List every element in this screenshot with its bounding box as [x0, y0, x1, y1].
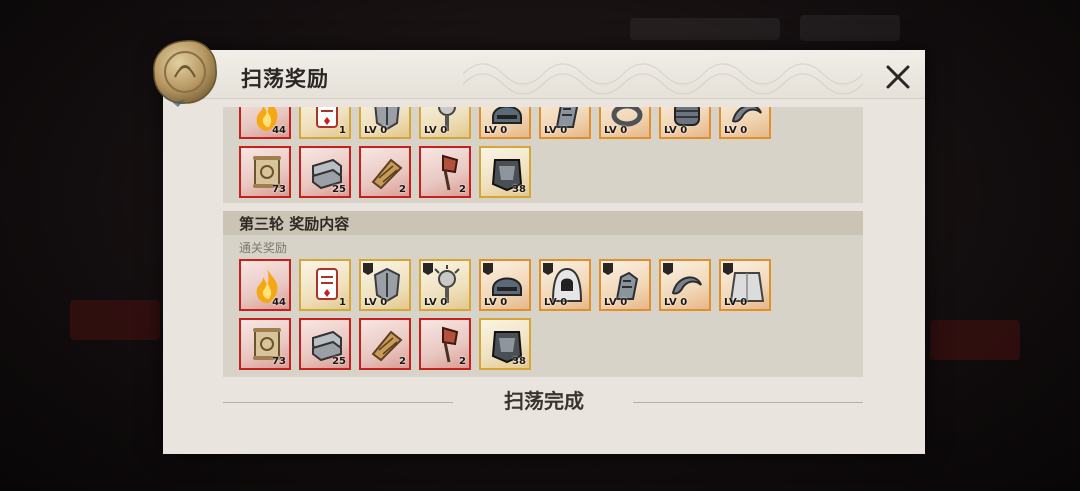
reward-round-3: 第三轮 奖励内容 通关奖励 44 1 LV 0 LV 0 LV 0 LV 0 LV 0 LV …: [223, 211, 863, 377]
reward-item[interactable]: LV 0: [359, 107, 411, 139]
wax-seal-icon: [153, 40, 217, 107]
reward-item[interactable]: 1: [299, 107, 351, 139]
item-level: LV 0: [544, 125, 568, 136]
reward-item[interactable]: LV 0: [479, 107, 531, 139]
item-level: LV 0: [484, 125, 508, 136]
item-count: 25: [332, 184, 346, 195]
item-count: 2: [459, 356, 466, 367]
divider: [633, 402, 863, 403]
reward-round-previous: 44 1 LV 0 LV 0 LV 0 LV 0 LV 0 LV 0 LV 0 73 25 2 2 38: [223, 107, 863, 203]
reward-row: 44 1 LV 0 LV 0 LV 0 LV 0 LV 0 LV 0 LV 0: [239, 259, 771, 311]
reward-item[interactable]: LV 0: [419, 259, 471, 311]
reward-item[interactable]: 44: [239, 259, 291, 311]
reward-item[interactable]: 73: [239, 146, 291, 198]
sweep-complete-title: 扫荡完成: [504, 389, 584, 413]
reward-item[interactable]: LV 0: [539, 259, 591, 311]
reward-item[interactable]: 25: [299, 146, 351, 198]
item-level: LV 0: [364, 125, 388, 136]
reward-item[interactable]: LV 0: [479, 259, 531, 311]
reward-item[interactable]: 2: [419, 146, 471, 198]
reward-item[interactable]: LV 0: [599, 259, 651, 311]
item-count: 44: [272, 125, 286, 136]
modal-header: 扫荡奖励: [163, 50, 925, 99]
item-count: 44: [272, 297, 286, 308]
reward-row: 73 25 2 2 38: [239, 146, 531, 198]
background-panel: [70, 300, 160, 340]
background-hud-bar: [630, 18, 780, 40]
reward-item[interactable]: 2: [359, 318, 411, 370]
clear-rewards-label: 通关奖励: [239, 241, 288, 255]
reward-item[interactable]: 1: [299, 259, 351, 311]
item-level: LV 0: [604, 297, 628, 308]
close-x-icon: [886, 65, 910, 89]
item-count: 2: [399, 356, 406, 367]
reward-item[interactable]: 38: [479, 318, 531, 370]
rewards-list[interactable]: 44 1 LV 0 LV 0 LV 0 LV 0 LV 0 LV 0 LV 0 73 25 2 2 38…: [223, 107, 863, 377]
item-count: 2: [399, 184, 406, 195]
item-level: LV 0: [604, 125, 628, 136]
item-count: 25: [332, 356, 346, 367]
sweep-complete-area: 扫荡完成: [163, 385, 925, 414]
reward-item[interactable]: LV 0: [659, 107, 711, 139]
reward-row: 44 1 LV 0 LV 0 LV 0 LV 0 LV 0 LV 0 LV 0: [239, 107, 771, 139]
reward-item[interactable]: LV 0: [719, 259, 771, 311]
item-count: 38: [512, 184, 526, 195]
item-level: LV 0: [424, 297, 448, 308]
reward-item[interactable]: 44: [239, 107, 291, 139]
sweep-rewards-modal: 扫荡奖励 44 1 LV 0 LV 0 LV 0 LV 0 LV 0 LV 0 LV 0 73 2…: [163, 50, 925, 454]
divider: [223, 402, 453, 403]
item-level: LV 0: [484, 297, 508, 308]
reward-item[interactable]: LV 0: [599, 107, 651, 139]
item-count: 73: [272, 356, 286, 367]
background-panel: [930, 320, 1020, 360]
item-count: 1: [339, 297, 346, 308]
reward-item[interactable]: 2: [359, 146, 411, 198]
item-count: 38: [512, 356, 526, 367]
item-level: LV 0: [724, 297, 748, 308]
reward-item[interactable]: 2: [419, 318, 471, 370]
item-level: LV 0: [664, 125, 688, 136]
item-count: 73: [272, 184, 286, 195]
item-level: LV 0: [724, 125, 748, 136]
reward-item[interactable]: LV 0: [539, 107, 591, 139]
reward-item[interactable]: LV 0: [419, 107, 471, 139]
header-ornament: [463, 63, 863, 94]
item-level: LV 0: [364, 297, 388, 308]
item-level: LV 0: [664, 297, 688, 308]
reward-item[interactable]: 25: [299, 318, 351, 370]
reward-item[interactable]: 73: [239, 318, 291, 370]
modal-title: 扫荡奖励: [241, 66, 329, 91]
item-count: 1: [339, 125, 346, 136]
close-button[interactable]: [881, 60, 915, 94]
round-header: 第三轮 奖励内容: [223, 211, 863, 235]
reward-item[interactable]: LV 0: [659, 259, 711, 311]
reward-item[interactable]: 38: [479, 146, 531, 198]
item-level: LV 0: [424, 125, 448, 136]
item-count: 2: [459, 184, 466, 195]
background-hud-bar: [800, 15, 900, 41]
reward-row: 73 25 2 2 38: [239, 318, 531, 370]
reward-item[interactable]: LV 0: [719, 107, 771, 139]
reward-item[interactable]: LV 0: [359, 259, 411, 311]
item-level: LV 0: [544, 297, 568, 308]
